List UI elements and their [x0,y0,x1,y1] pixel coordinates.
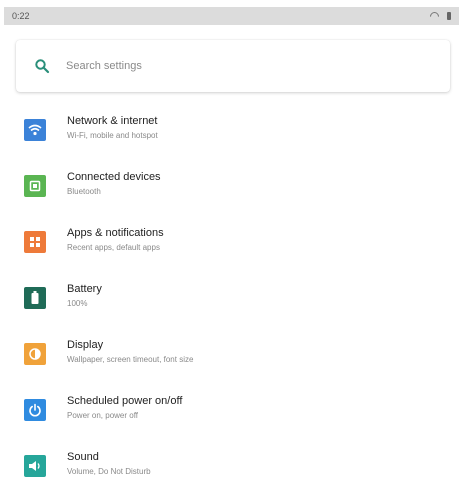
settings-item-display[interactable]: Display Wallpaper, screen timeout, font … [0,332,465,376]
settings-item-title: Battery [67,283,102,295]
wifi-signal-icon [428,9,441,23]
settings-item-subtitle: Volume, Do Not Disturb [67,467,151,476]
search-bar[interactable] [16,40,450,92]
settings-item-battery[interactable]: Battery 100% [0,276,465,320]
apps-icon [24,231,46,253]
settings-item-subtitle: Bluetooth [67,187,101,196]
settings-item-network[interactable]: Network & internet Wi-Fi, mobile and hot… [0,108,465,152]
search-input[interactable] [64,59,368,73]
connected-devices-icon [24,175,46,197]
settings-item-title: Sound [67,451,99,463]
settings-item-subtitle: Wi-Fi, mobile and hotspot [67,131,158,140]
status-time: 0:22 [12,11,30,21]
settings-item-subtitle: Wallpaper, screen timeout, font size [67,355,194,364]
settings-item-title: Display [67,339,104,351]
settings-item-scheduled-power[interactable]: Scheduled power on/off Power on, power o… [0,388,465,432]
status-bar: 0:22 [4,7,459,25]
status-icons [428,9,451,23]
settings-item-sound[interactable]: Sound Volume, Do Not Disturb [0,444,465,488]
settings-item-title: Scheduled power on/off [67,395,183,407]
settings-item-apps[interactable]: Apps & notifications Recent apps, defaul… [0,220,465,264]
search-icon [34,58,50,74]
settings-item-title: Network & internet [67,115,158,127]
power-icon [24,399,46,421]
settings-item-title: Connected devices [67,171,161,183]
settings-item-connected-devices[interactable]: Connected devices Bluetooth [0,164,465,208]
display-icon [24,343,46,365]
settings-item-subtitle: Power on, power off [67,411,139,420]
battery-status-icon [447,12,451,20]
settings-item-subtitle: 100% [67,299,88,308]
sound-icon [24,455,46,477]
battery-icon [24,287,46,309]
settings-item-subtitle: Recent apps, default apps [67,243,160,252]
wifi-icon [24,119,46,141]
settings-item-title: Apps & notifications [67,227,164,239]
